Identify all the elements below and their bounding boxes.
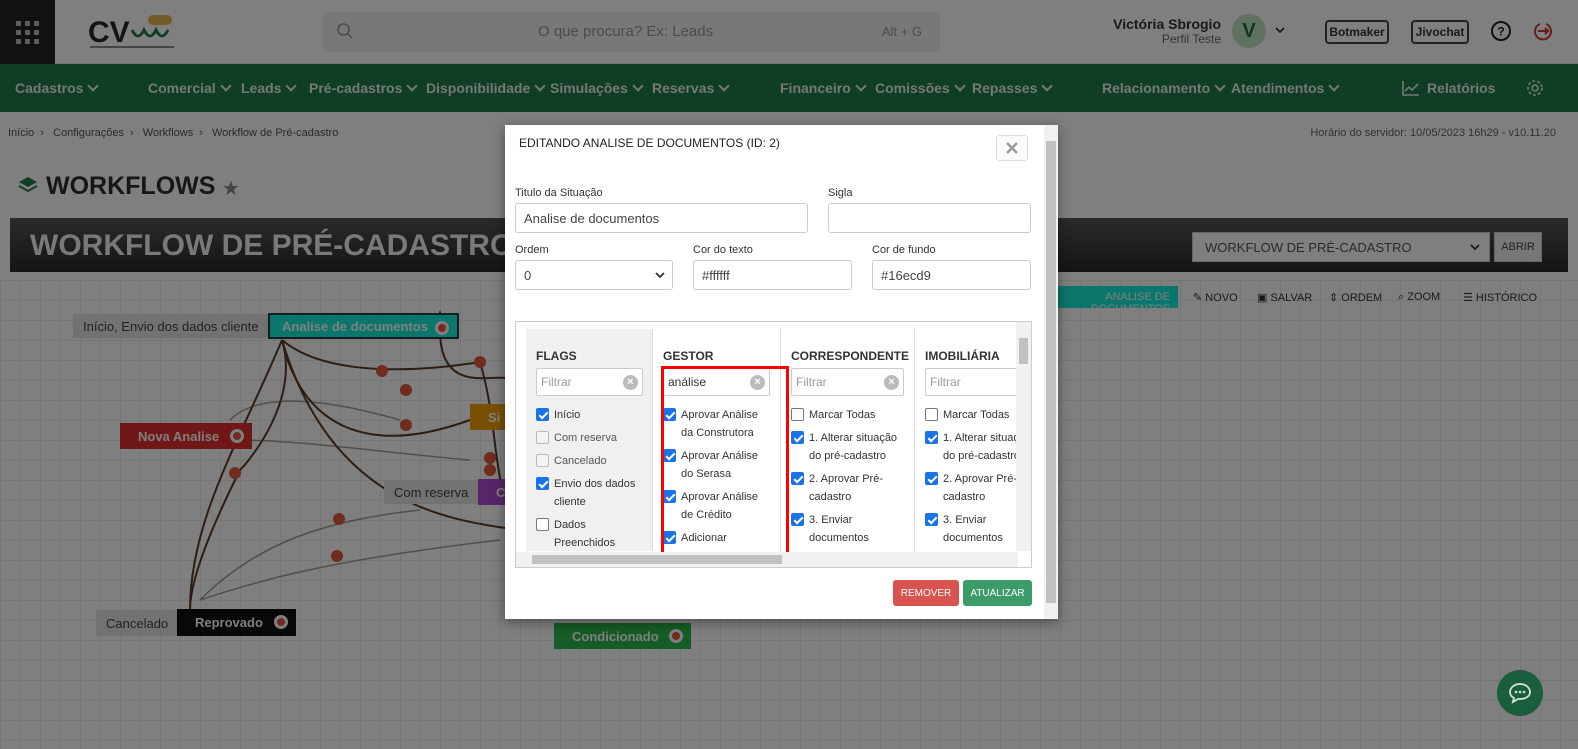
close-button[interactable] bbox=[996, 135, 1028, 161]
imobiliaria-enviar-documentos[interactable]: 3. Enviar documentos bbox=[925, 511, 1018, 547]
flags-filter-placeholder: Filtrar bbox=[541, 375, 572, 389]
permission-label: 2. Aprovar Pré-cadastro bbox=[809, 473, 883, 503]
permission-label: Marcar Todas bbox=[809, 409, 876, 421]
correspondente-enviar-documentos[interactable]: 3. Enviar documentos bbox=[791, 511, 896, 547]
flag-envio-dados[interactable]: Envio dos dados cliente bbox=[536, 475, 641, 511]
cor-fundo-label: Cor de fundo bbox=[872, 244, 936, 256]
modal-title: EDITANDO ANALISE DE DOCUMENTOS (ID: 2) bbox=[519, 136, 780, 150]
imobiliaria-alterar-situacao[interactable]: 1. Alterar situação do pré-cadastro bbox=[925, 429, 1018, 465]
imobiliaria-filter-placeholder: Filtrar bbox=[930, 375, 961, 389]
sigla-label: Sigla bbox=[828, 187, 853, 199]
checkbox[interactable] bbox=[536, 518, 549, 531]
checkbox[interactable] bbox=[925, 513, 938, 526]
correspondente-aprovar-pre-cadastro[interactable]: 2. Aprovar Pré-cadastro bbox=[791, 470, 896, 506]
permission-label: 3. Enviar documentos bbox=[943, 514, 1003, 544]
checkbox[interactable] bbox=[791, 431, 804, 444]
clear-filter-icon[interactable]: × bbox=[623, 375, 638, 390]
chat-bubble-icon bbox=[1509, 683, 1531, 704]
flag-label: Envio dos dados cliente bbox=[554, 478, 636, 508]
flag-label: Dados Preenchidos bbox=[554, 519, 616, 549]
ordem-select-value: 0 bbox=[524, 268, 532, 283]
flag-cancelado: Cancelado bbox=[536, 452, 607, 470]
permissions-vertical-scrollbar[interactable] bbox=[1016, 322, 1031, 551]
cor-texto-input[interactable]: #ffffff bbox=[693, 260, 852, 290]
flags-column: FLAGS Filtrar × Início Com reserva Cance… bbox=[526, 329, 653, 551]
titulo-label: Titulo da Situação bbox=[515, 187, 603, 199]
checkbox[interactable] bbox=[791, 472, 804, 485]
cor-fundo-input[interactable]: #16ecd9 bbox=[872, 260, 1031, 290]
clear-filter-icon[interactable]: × bbox=[884, 375, 899, 390]
flag-label: Cancelado bbox=[554, 455, 607, 467]
correspondente-filter-input[interactable]: Filtrar × bbox=[791, 368, 904, 396]
flag-dados-preenchidos[interactable]: Dados Preenchidos bbox=[536, 516, 641, 552]
imobiliaria-aprovar-pre-cadastro[interactable]: 2. Aprovar Pré-cadastro bbox=[925, 470, 1018, 506]
correspondente-alterar-situacao[interactable]: 1. Alterar situação do pré-cadastro bbox=[791, 429, 909, 465]
imobiliaria-filter-input[interactable]: Filtrar bbox=[925, 368, 1018, 396]
flags-filter-input[interactable]: Filtrar × bbox=[536, 368, 643, 396]
checkbox[interactable] bbox=[925, 408, 938, 421]
ordem-select[interactable]: 0 bbox=[515, 260, 673, 290]
correspondente-marcar-todas[interactable]: Marcar Todas bbox=[791, 406, 875, 424]
checkbox[interactable] bbox=[925, 472, 938, 485]
flag-label: Com reserva bbox=[554, 432, 617, 444]
modal-scrollbar[interactable] bbox=[1044, 125, 1058, 619]
flag-inicio[interactable]: Início bbox=[536, 406, 580, 424]
atualizar-button[interactable]: ATUALIZAR bbox=[963, 580, 1032, 606]
titulo-input[interactable]: Analise de documentos bbox=[515, 203, 808, 233]
sigla-input[interactable] bbox=[828, 203, 1031, 233]
checkbox[interactable] bbox=[791, 513, 804, 526]
permissions-horizontal-scrollbar[interactable] bbox=[516, 552, 1018, 567]
gestor-title: GESTOR bbox=[663, 349, 714, 363]
flag-label: Início bbox=[554, 409, 581, 421]
permission-label: 2. Aprovar Pré-cadastro bbox=[943, 473, 1017, 503]
checkbox[interactable] bbox=[536, 408, 549, 421]
flag-com-reserva: Com reserva bbox=[536, 429, 617, 447]
correspondente-title: CORRESPONDENTE bbox=[791, 349, 910, 363]
ordem-label: Ordem bbox=[515, 244, 549, 256]
chevron-down-icon bbox=[655, 272, 665, 279]
checkbox[interactable] bbox=[791, 408, 804, 421]
checkbox bbox=[536, 454, 549, 467]
remover-button[interactable]: REMOVER bbox=[893, 580, 959, 606]
imobiliaria-title: IMOBILIÁRIA bbox=[925, 349, 1000, 363]
close-icon bbox=[1006, 142, 1018, 154]
gestor-highlight-box bbox=[661, 366, 789, 556]
correspondente-column: CORRESPONDENTE Filtrar × Marcar Todas 1.… bbox=[781, 329, 915, 551]
cor-texto-label: Cor do texto bbox=[693, 244, 753, 256]
chat-button[interactable] bbox=[1497, 670, 1543, 716]
permission-label: 3. Enviar documentos bbox=[809, 514, 869, 544]
checkbox[interactable] bbox=[925, 431, 938, 444]
permissions-panel: FLAGS Filtrar × Início Com reserva Cance… bbox=[515, 321, 1032, 568]
checkbox[interactable] bbox=[536, 477, 549, 490]
checkbox bbox=[536, 431, 549, 444]
imobiliaria-marcar-todas[interactable]: Marcar Todas bbox=[925, 406, 1018, 424]
imobiliaria-column: IMOBILIÁRIA Filtrar Marcar Todas 1. Alte… bbox=[915, 329, 1018, 551]
flags-title: FLAGS bbox=[536, 349, 577, 363]
permission-label: Marcar Todas bbox=[943, 409, 1010, 421]
edit-situation-modal: EDITANDO ANALISE DE DOCUMENTOS (ID: 2) T… bbox=[505, 125, 1058, 619]
correspondente-filter-placeholder: Filtrar bbox=[796, 375, 827, 389]
permission-label: 1. Alterar situação do pré-cadastro bbox=[943, 432, 1018, 462]
permission-label: 1. Alterar situação do pré-cadastro bbox=[809, 432, 898, 462]
